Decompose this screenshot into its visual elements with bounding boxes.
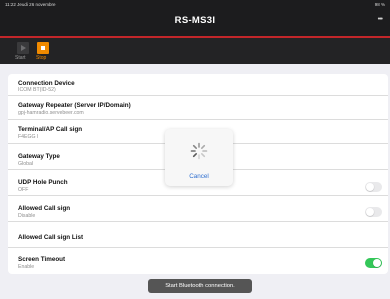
more-icon[interactable]: ••• <box>378 16 383 23</box>
status-time: 11:22 Jeudi 26 novembre <box>5 2 56 7</box>
setting-value: Global <box>18 161 33 167</box>
setting-allowed-callsign[interactable]: Allowed Call sign Disable <box>8 196 388 222</box>
toggle-knob <box>366 208 374 216</box>
setting-title: Gateway Type <box>18 153 60 160</box>
setting-value: Enable <box>18 264 35 270</box>
setting-gateway-repeater[interactable]: Gateway Repeater (Server IP/Domain) gpj-… <box>8 96 388 120</box>
setting-title: Allowed Call sign <box>18 205 71 212</box>
setting-connection-device[interactable]: Connection Device ICOM BT(ID-52) <box>8 74 388 96</box>
udp-hole-punch-toggle[interactable] <box>365 182 382 192</box>
activity-spinner-icon <box>190 142 208 160</box>
status-battery: 98 % <box>374 2 385 7</box>
start-button[interactable] <box>17 41 29 54</box>
toggle-knob <box>373 259 381 267</box>
setting-value: OFF <box>18 187 29 193</box>
setting-title: Allowed Call sign List <box>18 234 84 241</box>
setting-value: Disable <box>18 213 36 219</box>
stop-label: Stop <box>36 54 47 61</box>
cancel-button[interactable]: Cancel <box>165 173 233 180</box>
setting-title: Screen Timeout <box>18 256 66 263</box>
screen-timeout-toggle[interactable] <box>365 258 382 268</box>
setting-value: F4EGG I <box>18 134 39 140</box>
start-label: Start <box>15 54 26 61</box>
setting-title: Gateway Repeater (Server IP/Domain) <box>18 102 131 109</box>
app-title: RS-MS3I <box>174 15 216 26</box>
toast-message: Start Bluetooth connection. <box>148 279 252 293</box>
setting-allowed-callsign-list[interactable]: Allowed Call sign List <box>8 222 388 248</box>
setting-title: Terminal/AP Call sign <box>18 126 83 133</box>
stop-button[interactable] <box>37 41 49 54</box>
toggle-knob <box>366 183 374 191</box>
connecting-dialog: Cancel <box>165 129 233 186</box>
allowed-callsign-toggle[interactable] <box>365 207 382 217</box>
setting-value: ICOM BT(ID-52) <box>18 87 56 93</box>
setting-title: Connection Device <box>18 80 75 87</box>
title-bar: 11:22 Jeudi 26 novembre 98 % RS-MS3I ••• <box>0 0 390 38</box>
toolbar: Start Stop <box>0 37 390 64</box>
setting-title: UDP Hole Punch <box>18 179 68 186</box>
setting-value: gpj-hamradio.servebeer.com <box>18 110 84 116</box>
setting-screen-timeout[interactable]: Screen Timeout Enable <box>8 248 388 274</box>
